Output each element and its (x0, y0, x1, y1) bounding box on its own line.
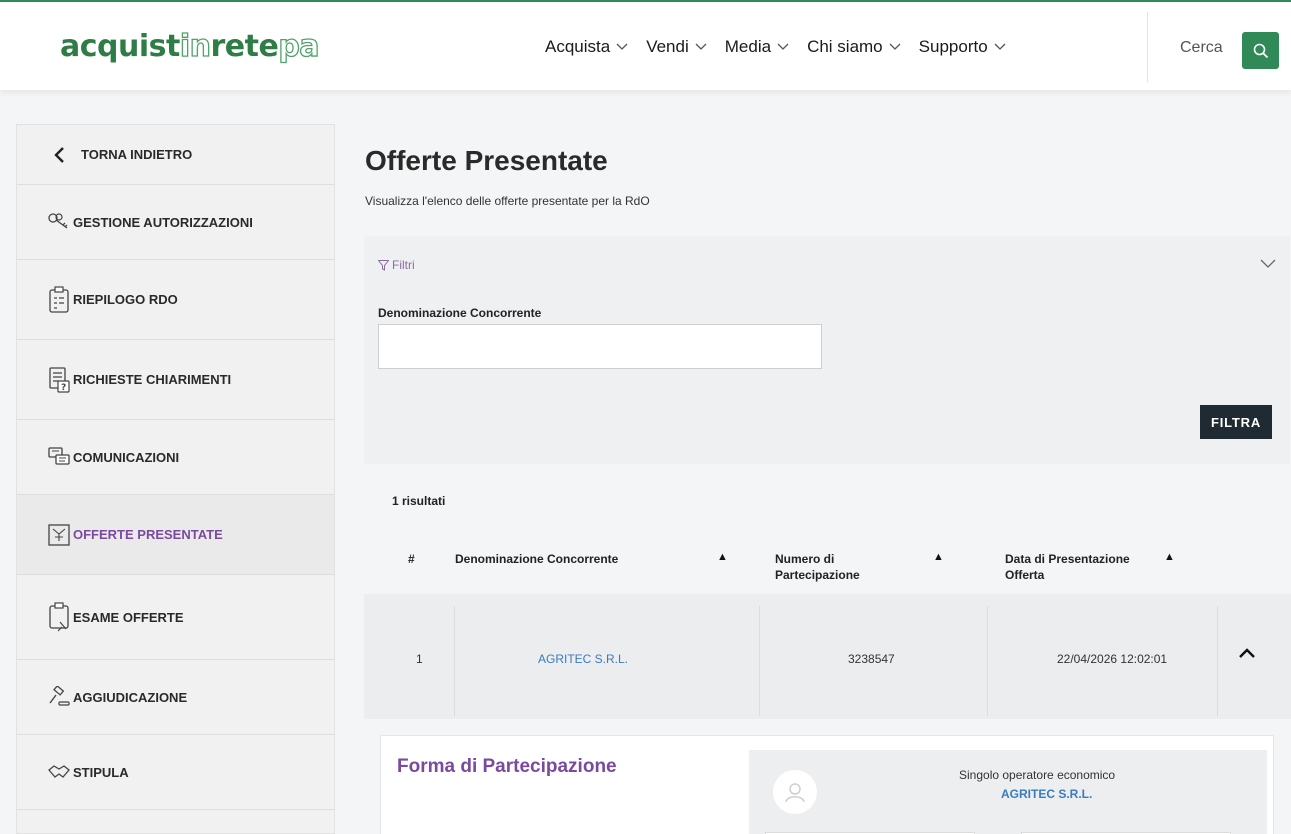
filter-toggle-label: Filtri (392, 258, 415, 272)
sort-asc-icon[interactable]: ▲ (1164, 551, 1175, 563)
avatar (773, 770, 817, 814)
header-divider (1147, 12, 1148, 82)
row-detail: Forma di Partecipazione Singolo operator… (364, 719, 1291, 834)
column-header-numero: Numero di Partecipazione (775, 552, 860, 582)
nav-vendi[interactable]: Vendi (646, 37, 707, 57)
chevron-down-icon (889, 43, 901, 50)
filter-panel: Filtri Denominazione Concorrente FILTRA (364, 236, 1290, 464)
logo-text-1: acquist (60, 29, 180, 64)
site-logo[interactable]: acquistinretepa (60, 28, 321, 64)
sidebar-item-comunicazioni[interactable]: COMUNICAZIONI (17, 420, 334, 495)
document-question-icon: ? (47, 366, 71, 393)
denominazione-label: Denominazione Concorrente (378, 306, 542, 320)
sidebar-item-label: TORNA INDIETRO (81, 147, 193, 162)
logo-text-2: in (179, 28, 211, 64)
chevron-down-icon (616, 43, 628, 50)
chevron-down-icon (695, 43, 707, 50)
nav-label: Media (724, 37, 772, 56)
results-count: 1 risultati (392, 494, 446, 508)
page: acquistinretepa Acquista Vendi Media Chi… (0, 0, 1291, 834)
gavel-icon (47, 685, 71, 709)
nav-acquista[interactable]: Acquista (545, 37, 628, 57)
page-title: Offerte Presentate (365, 145, 608, 176)
sidebar-item-label: STIPULA (73, 764, 129, 780)
keys-icon (47, 210, 71, 234)
svg-text:?: ? (61, 383, 66, 393)
sort-asc-icon[interactable]: ▲ (717, 551, 728, 563)
detail-card: Forma di Partecipazione Singolo operator… (380, 735, 1274, 834)
cell-divider (454, 606, 455, 716)
chat-icon (47, 445, 71, 469)
sidebar-item-offerte-presentate[interactable]: OFFERTE PRESENTATE (17, 495, 334, 575)
search-label[interactable]: Cerca (1180, 39, 1223, 57)
review-icon (47, 602, 71, 632)
sidebar-item-back[interactable]: TORNA INDIETRO (17, 125, 334, 185)
sidebar-item-label: RICHIESTE CHIARIMENTI (73, 372, 232, 387)
collapse-row-button[interactable] (1238, 646, 1256, 664)
cell-divider (987, 606, 988, 716)
column-header-data: Data di Presentazione Offerta (1005, 552, 1130, 582)
top-header: acquistinretepa Acquista Vendi Media Chi… (0, 0, 1291, 90)
chevron-down-icon (994, 43, 1006, 50)
column-header-index: # (408, 552, 415, 566)
chevron-down-icon (1260, 259, 1276, 268)
filtra-button[interactable]: FILTRA (1200, 405, 1272, 439)
table-row[interactable]: 1 AGRITEC S.R.L. 3238547 22/04/2026 12:0… (364, 594, 1291, 719)
search-icon (1253, 43, 1268, 58)
row-number: 3238547 (848, 652, 895, 666)
nav-chi-siamo[interactable]: Chi siamo (807, 37, 901, 57)
offer-icon (47, 523, 71, 547)
chevron-left-icon (47, 143, 71, 167)
forma-partecipazione-title: Forma di Partecipazione (397, 756, 617, 777)
logo-text-4: pa (278, 28, 321, 64)
sidebar: TORNA INDIETRO GESTIONE AUTORIZZAZIONI R… (16, 124, 335, 834)
page-subtitle: Visualizza l'elenco delle offerte presen… (365, 194, 650, 208)
sidebar-item-aggiudicazione[interactable]: AGGIUDICAZIONE (17, 660, 334, 735)
filter-toggle[interactable]: Filtri (378, 258, 415, 272)
column-header-denominazione: Denominazione Concorrente (455, 552, 619, 566)
nav-supporto[interactable]: Supporto (919, 37, 1006, 57)
sidebar-item-label: RIEPILOGO RDO (73, 292, 178, 307)
nav-label: Chi siamo (807, 37, 883, 56)
main-nav: Acquista Vendi Media Chi siamo Supporto (545, 37, 1006, 57)
sidebar-item-label: COMUNICAZIONI (73, 449, 180, 465)
logo-text-3: rete (210, 29, 279, 64)
nav-label: Supporto (918, 37, 988, 56)
chevron-up-icon (1239, 648, 1255, 658)
user-icon (785, 783, 805, 803)
operator-type: Singolo operatore economico (959, 768, 1116, 782)
nav-label: Acquista (545, 37, 611, 56)
operator-box: Singolo operatore economico AGRITEC S.R.… (749, 750, 1267, 834)
operator-name-link[interactable]: AGRITEC S.R.L. (1001, 787, 1092, 801)
handshake-icon (47, 760, 71, 784)
denominazione-input[interactable] (378, 324, 822, 369)
sidebar-item-richieste-chiarimenti[interactable]: ? RICHIESTE CHIARIMENTI (17, 340, 334, 420)
sidebar-item-riepilogo-rdo[interactable]: RIEPILOGO RDO (17, 260, 334, 340)
filter-icon (378, 259, 389, 271)
nav-label: Vendi (646, 37, 689, 56)
chevron-down-icon (777, 43, 789, 50)
sidebar-item-label: GESTIONE AUTORIZZAZIONI (73, 214, 253, 230)
row-name-link[interactable]: AGRITEC S.R.L. (538, 652, 628, 666)
sidebar-item-label: OFFERTE PRESENTATE (73, 527, 223, 542)
sort-asc-icon[interactable]: ▲ (933, 551, 944, 563)
cell-divider (1217, 606, 1218, 716)
sidebar-item-esame-offerte[interactable]: ESAME OFFERTE (17, 575, 334, 660)
cell-divider (759, 606, 760, 716)
nav-media[interactable]: Media (725, 37, 789, 57)
sidebar-item-stipula[interactable]: STIPULA (17, 735, 334, 810)
clipboard-icon (47, 285, 71, 313)
search-button[interactable] (1242, 32, 1279, 69)
row-index: 1 (416, 652, 423, 666)
sidebar-item-gestione-autorizzazioni[interactable]: GESTIONE AUTORIZZAZIONI (17, 185, 334, 260)
sidebar-item-label: ESAME OFFERTE (73, 609, 184, 625)
sidebar-item-label: AGGIUDICAZIONE (73, 689, 188, 705)
row-date: 22/04/2026 12:02:01 (1057, 652, 1168, 666)
filter-collapse-button[interactable] (1260, 256, 1276, 274)
